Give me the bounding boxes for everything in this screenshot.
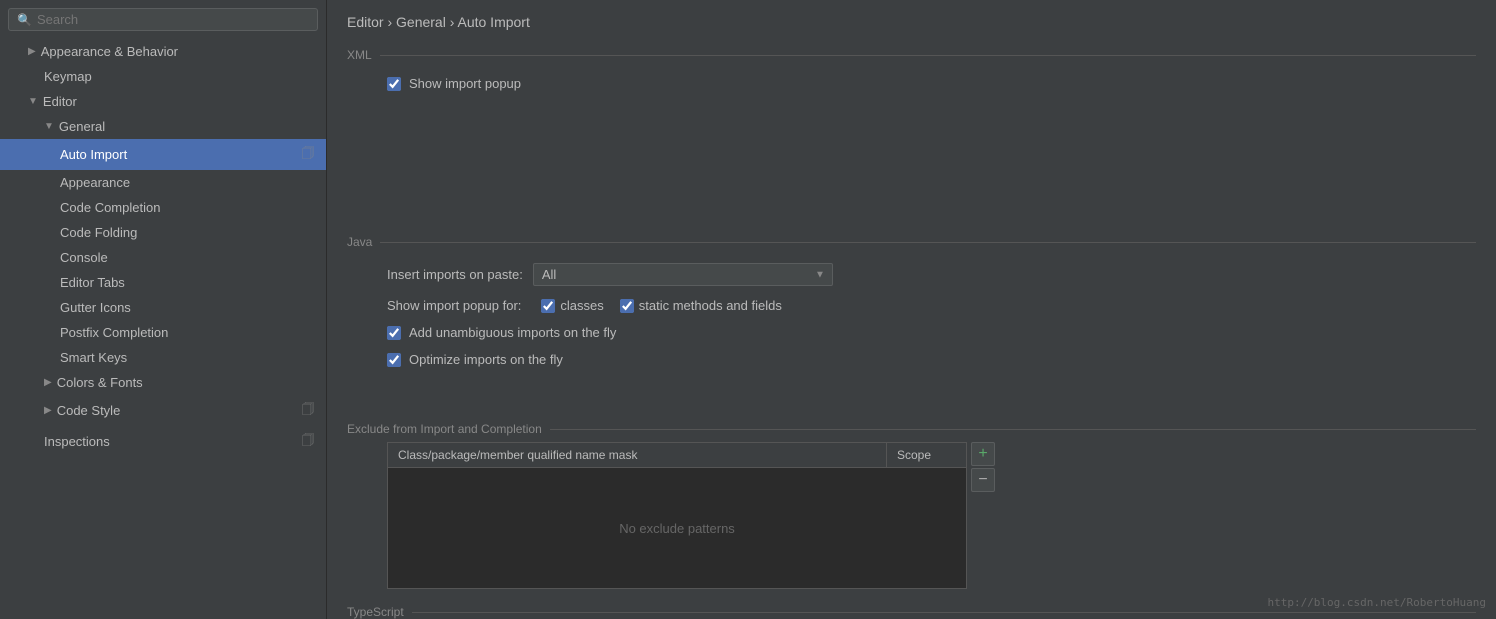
- sidebar-item-label: Code Completion: [60, 200, 160, 215]
- table-col-name: Class/package/member qualified name mask: [388, 443, 886, 467]
- sidebar-item-label: Colors & Fonts: [57, 375, 143, 390]
- sidebar-item-label: Editor: [43, 94, 77, 109]
- copy-icon: 🗍: [302, 144, 314, 165]
- sidebar-item-label: General: [59, 119, 105, 134]
- sidebar-item-code-completion[interactable]: Code Completion: [0, 195, 326, 220]
- insert-imports-row: Insert imports on paste: All Ask None: [347, 257, 1476, 292]
- breadcrumb: Editor › General › Auto Import: [327, 0, 1496, 40]
- sidebar-item-appearance[interactable]: Appearance: [0, 170, 326, 195]
- sidebar-item-label: Keymap: [44, 69, 92, 84]
- main-content: Editor › General › Auto Import XML Show …: [327, 0, 1496, 619]
- sidebar-item-postfix-completion[interactable]: Postfix Completion: [0, 320, 326, 345]
- sidebar-item-console[interactable]: Console: [0, 245, 326, 270]
- sidebar-item-code-folding[interactable]: Code Folding: [0, 220, 326, 245]
- show-import-popup-row: Show import popup for: classes static me…: [347, 292, 1476, 319]
- sidebar-item-colors-fonts[interactable]: ▶ Colors & Fonts: [0, 370, 326, 395]
- xml-show-import-popup-checkbox[interactable]: [387, 77, 401, 91]
- optimize-imports-row: Optimize imports on the fly: [347, 346, 1476, 373]
- sidebar-item-label: Inspections: [44, 434, 110, 449]
- arrow-icon: ▶: [44, 405, 52, 416]
- copy-icon: 🗍: [302, 431, 314, 452]
- classes-checkbox[interactable]: [541, 299, 555, 313]
- sidebar-item-editor[interactable]: ▼ Editor: [0, 89, 326, 114]
- optimize-imports-label[interactable]: Optimize imports on the fly: [387, 352, 563, 367]
- sidebar-item-editor-tabs[interactable]: Editor Tabs: [0, 270, 326, 295]
- sidebar-item-inspections[interactable]: Inspections 🗍: [0, 426, 326, 457]
- remove-pattern-button[interactable]: −: [971, 468, 995, 492]
- sidebar-item-appearance-behavior[interactable]: ▶ Appearance & Behavior: [0, 39, 326, 64]
- search-icon: 🔍: [17, 13, 32, 27]
- copy-icon: 🗍: [302, 400, 314, 421]
- sidebar-item-keymap[interactable]: Keymap: [0, 64, 326, 89]
- arrow-icon: ▼: [44, 121, 54, 132]
- sidebar-item-gutter-icons[interactable]: Gutter Icons: [0, 295, 326, 320]
- classes-checkbox-label[interactable]: classes: [541, 298, 603, 313]
- add-unambiguous-checkbox[interactable]: [387, 326, 401, 340]
- table-empty-label: No exclude patterns: [388, 468, 966, 588]
- java-section-label: Java: [347, 235, 1476, 249]
- exclude-table: Class/package/member qualified name mask…: [387, 442, 967, 589]
- sidebar-item-label: Smart Keys: [60, 350, 127, 365]
- breadcrumb-text: Editor › General › Auto Import: [347, 14, 530, 30]
- sidebar-item-code-style[interactable]: ▶ Code Style 🗍: [0, 395, 326, 426]
- static-methods-label: static methods and fields: [639, 298, 782, 313]
- insert-imports-label: Insert imports on paste:: [387, 267, 523, 282]
- arrow-icon: ▼: [28, 96, 38, 107]
- show-import-popup-label: Show import popup for:: [387, 298, 521, 313]
- table-header: Class/package/member qualified name mask…: [388, 443, 966, 468]
- sidebar-item-label: Code Folding: [60, 225, 137, 240]
- sidebar-item-label: Console: [60, 250, 108, 265]
- insert-imports-select[interactable]: All Ask None: [533, 263, 833, 286]
- xml-section-label: XML: [347, 48, 1476, 62]
- optimize-imports-checkbox[interactable]: [387, 353, 401, 367]
- search-input[interactable]: [37, 12, 309, 27]
- add-pattern-button[interactable]: +: [971, 442, 995, 466]
- sidebar-item-label: Editor Tabs: [60, 275, 125, 290]
- sidebar-item-label: Appearance & Behavior: [41, 44, 178, 59]
- exclude-table-wrapper: Class/package/member qualified name mask…: [387, 442, 1476, 589]
- classes-label: classes: [560, 298, 603, 313]
- sidebar: 🔍 ▶ Appearance & Behavior Keymap ▼ Edito…: [0, 0, 327, 619]
- xml-show-import-popup-row: Show import popup: [347, 70, 1476, 97]
- xml-show-import-popup-label[interactable]: Show import popup: [387, 76, 521, 91]
- arrow-icon: ▶: [44, 377, 52, 388]
- add-unambiguous-row: Add unambiguous imports on the fly: [347, 319, 1476, 346]
- table-col-scope: Scope: [886, 443, 966, 467]
- static-methods-checkbox[interactable]: [620, 299, 634, 313]
- static-methods-checkbox-label[interactable]: static methods and fields: [620, 298, 782, 313]
- sidebar-item-label: Gutter Icons: [60, 300, 131, 315]
- insert-imports-select-wrapper: All Ask None: [533, 263, 833, 286]
- sidebar-item-smart-keys[interactable]: Smart Keys: [0, 345, 326, 370]
- sidebar-item-general[interactable]: ▼ General: [0, 114, 326, 139]
- sidebar-item-auto-import[interactable]: Auto Import 🗍: [0, 139, 326, 170]
- sidebar-item-label: Appearance: [60, 175, 130, 190]
- sidebar-item-label: Postfix Completion: [60, 325, 168, 340]
- watermark: http://blog.csdn.net/RobertoHuang: [1267, 596, 1486, 609]
- sidebar-item-label: Code Style: [57, 403, 121, 418]
- exclude-section-label: Exclude from Import and Completion: [347, 422, 1476, 436]
- search-box[interactable]: 🔍: [8, 8, 318, 31]
- table-buttons: + −: [971, 442, 995, 589]
- exclude-section: Exclude from Import and Completion Class…: [347, 422, 1476, 589]
- add-unambiguous-label[interactable]: Add unambiguous imports on the fly: [387, 325, 616, 340]
- sidebar-item-label: Auto Import: [60, 147, 127, 162]
- arrow-icon: ▶: [28, 46, 36, 57]
